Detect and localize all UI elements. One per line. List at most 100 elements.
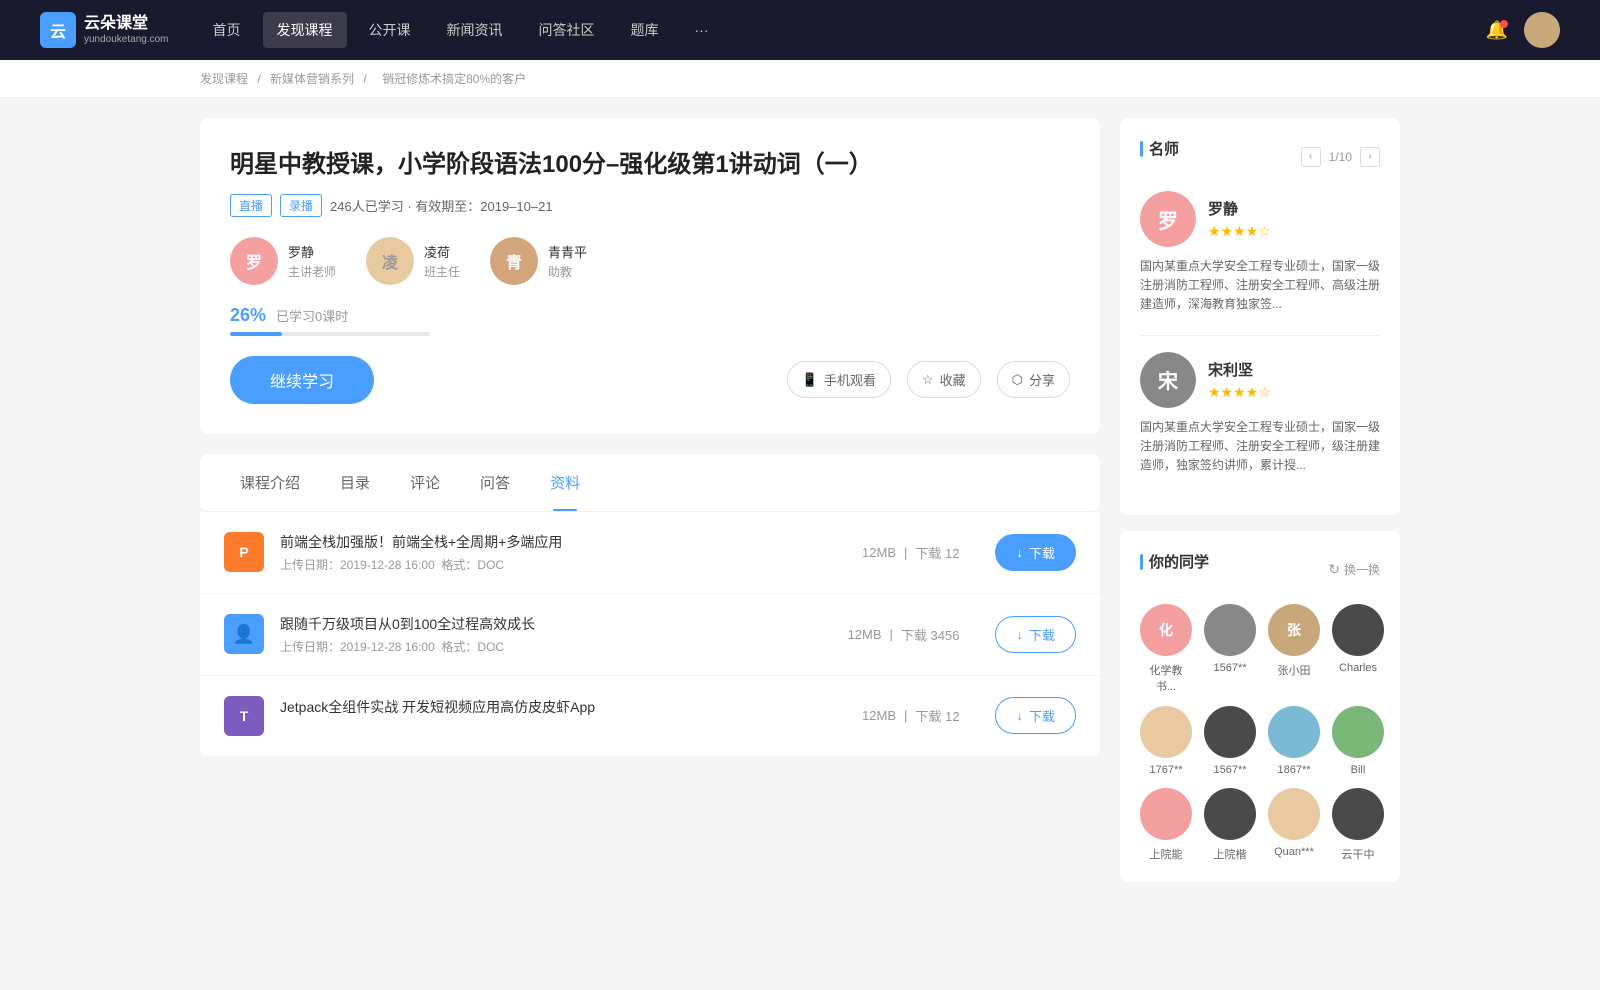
- teachers-sidebar-card: 名师 ‹ 1/10 › 罗 罗静 ★★★★☆: [1120, 118, 1400, 515]
- nav-news[interactable]: 新闻资讯: [433, 12, 517, 48]
- share-button[interactable]: ⬡ 分享: [997, 361, 1070, 398]
- refresh-icon: ↻: [1328, 561, 1340, 578]
- classmate-8: Bill: [1332, 706, 1384, 776]
- classmate-9-name: 上院能: [1150, 846, 1183, 862]
- mobile-icon: 📱: [802, 372, 818, 388]
- resource-2-name: 跟随千万级项目从0到100全过程高效成长: [280, 614, 832, 634]
- favorite-label: 收藏: [940, 370, 966, 389]
- logo[interactable]: 云 云朵课堂 yundouketang.com: [40, 12, 169, 48]
- teacher-2-avatar: 凌: [366, 237, 414, 285]
- classmate-6: 1567**: [1204, 706, 1256, 776]
- download-icon-3: ↓: [1016, 708, 1023, 723]
- share-label: 分享: [1029, 370, 1055, 389]
- classmate-1-name: 化学教书...: [1140, 662, 1192, 694]
- teacher-1-avatar: 罗: [230, 237, 278, 285]
- pagination-next-button[interactable]: ›: [1360, 147, 1380, 167]
- action-buttons: 📱 手机观看 ☆ 收藏 ⬡ 分享: [787, 361, 1070, 398]
- classmate-3-avatar: 张: [1268, 604, 1320, 656]
- breadcrumb-current: 销冠修炼术搞定80%的客户: [382, 72, 526, 86]
- resource-3-meta: [280, 721, 846, 735]
- teacher-2-name: 凌荷: [424, 242, 460, 261]
- favorite-button[interactable]: ☆ 收藏: [907, 361, 981, 398]
- tab-resources[interactable]: 资料: [530, 454, 600, 511]
- tab-intro[interactable]: 课程介绍: [220, 454, 320, 511]
- sidebar-teacher-2-info: 宋利坚 ★★★★☆: [1208, 359, 1271, 401]
- resource-item-2: 👤 跟随千万级项目从0到100全过程高效成长 上传日期：2019-12-28 1…: [200, 594, 1100, 676]
- classmate-8-name: Bill: [1351, 764, 1366, 776]
- sidebar-teacher-2-name: 宋利坚: [1208, 359, 1271, 380]
- classmate-11-name: Quan***: [1274, 846, 1314, 858]
- sidebar-teacher-1-info: 罗静 ★★★★☆: [1208, 198, 1271, 240]
- breadcrumb-discover[interactable]: 发现课程: [200, 72, 248, 86]
- nav-qa[interactable]: 问答社区: [525, 12, 609, 48]
- bell-button[interactable]: 🔔: [1486, 20, 1508, 41]
- logo-text: 云朵课堂 yundouketang.com: [84, 14, 169, 45]
- teacher-3-avatar: 青: [490, 237, 538, 285]
- resource-3-stats: 12MB | 下载 12: [862, 706, 959, 725]
- classmate-9: 上院能: [1140, 788, 1192, 862]
- classmate-4-avatar: [1332, 604, 1384, 656]
- classmate-7: 1867**: [1268, 706, 1320, 776]
- user-avatar[interactable]: [1524, 12, 1560, 48]
- classmate-1-avatar: 化: [1140, 604, 1192, 656]
- refresh-label: 换一换: [1344, 561, 1380, 578]
- classmate-2-name: 1567**: [1213, 662, 1246, 674]
- star-icon: ☆: [922, 372, 934, 388]
- resource-1-name: 前端全栈加强版！前端全栈+全周期+多端应用: [280, 532, 846, 552]
- tab-catalog[interactable]: 目录: [320, 454, 390, 511]
- course-badges: 直播 录播 246人已学习 · 有效期至：2019–10–21: [230, 194, 1070, 217]
- nav-discover[interactable]: 发现课程: [263, 12, 347, 48]
- teacher-1-role: 主讲老师: [288, 263, 336, 280]
- course-meta: 246人已学习 · 有效期至：2019–10–21: [330, 196, 553, 215]
- resource-3-size: 12MB: [862, 708, 896, 723]
- classmate-2-avatar: [1204, 604, 1256, 656]
- classmates-refresh-button[interactable]: ↻ 换一换: [1328, 561, 1380, 578]
- tab-qa[interactable]: 问答: [460, 454, 530, 511]
- tab-review[interactable]: 评论: [390, 454, 460, 511]
- progress-bar-fill: [230, 332, 282, 336]
- breadcrumb-series[interactable]: 新媒体营销系列: [270, 72, 354, 86]
- mobile-watch-button[interactable]: 📱 手机观看: [787, 361, 891, 398]
- resource-2-download-button[interactable]: ↓ 下载: [995, 616, 1076, 653]
- badge-record: 录播: [280, 194, 322, 217]
- classmate-5-avatar: [1140, 706, 1192, 758]
- badge-live: 直播: [230, 194, 272, 217]
- resource-1-size: 12MB: [862, 545, 896, 560]
- logo-icon: 云: [40, 12, 76, 48]
- teacher-2-role: 班主任: [424, 263, 460, 280]
- teacher-2: 凌 凌荷 班主任: [366, 237, 460, 285]
- sidebar-teacher-2-desc: 国内某重点大学安全工程专业硕士，国家一级注册消防工程师、注册安全工程师，级注册建…: [1140, 418, 1380, 476]
- resource-3-downloads: 下载 12: [915, 706, 959, 725]
- classmate-12-avatar: [1332, 788, 1384, 840]
- classmate-12-name: 云干中: [1342, 846, 1375, 862]
- sidebar-teacher-1-avatar: 罗: [1140, 191, 1196, 247]
- teachers-section-title: 名师: [1140, 138, 1179, 159]
- resource-1-meta: 上传日期：2019-12-28 16:00 格式：DOC: [280, 556, 846, 573]
- teacher-3-role: 助教: [548, 263, 587, 280]
- resource-1-download-button[interactable]: ↓ 下载: [995, 534, 1076, 571]
- classmate-7-avatar: [1268, 706, 1320, 758]
- teachers-divider: [1140, 335, 1380, 336]
- teacher-1-name: 罗静: [288, 242, 336, 261]
- pagination-prev-button[interactable]: ‹: [1301, 147, 1321, 167]
- sidebar-teacher-1-header: 罗 罗静 ★★★★☆: [1140, 191, 1380, 247]
- resource-2-size: 12MB: [848, 627, 882, 642]
- tabs-bar: 课程介绍 目录 评论 问答 资料: [200, 454, 1100, 512]
- classmate-11: Quan***: [1268, 788, 1320, 862]
- navbar: 云 云朵课堂 yundouketang.com 首页 发现课程 公开课 新闻资讯…: [0, 0, 1600, 60]
- nav-links: 首页 发现课程 公开课 新闻资讯 问答社区 题库 ···: [199, 12, 1486, 48]
- resource-item-1: P 前端全栈加强版！前端全栈+全周期+多端应用 上传日期：2019-12-28 …: [200, 512, 1100, 594]
- nav-more[interactable]: ···: [681, 14, 723, 46]
- teacher-3: 青 青青平 助教: [490, 237, 587, 285]
- classmate-5: 1767**: [1140, 706, 1192, 776]
- teacher-3-info: 青青平 助教: [548, 242, 587, 280]
- nav-quiz[interactable]: 题库: [617, 12, 673, 48]
- resource-3-download-button[interactable]: ↓ 下载: [995, 697, 1076, 734]
- sidebar-teacher-2: 宋 宋利坚 ★★★★☆ 国内某重点大学安全工程专业硕士，国家一级注册消防工程师、…: [1140, 352, 1380, 476]
- nav-home[interactable]: 首页: [199, 12, 255, 48]
- continue-button[interactable]: 继续学习: [230, 356, 374, 404]
- teachers-list: 罗 罗静 主讲老师 凌 凌荷 班主任: [230, 237, 1070, 285]
- nav-public[interactable]: 公开课: [355, 12, 425, 48]
- course-title: 明星中教授课，小学阶段语法100分–强化级第1讲动词（一）: [230, 148, 1070, 182]
- resource-1-downloads: 下载 12: [915, 543, 959, 562]
